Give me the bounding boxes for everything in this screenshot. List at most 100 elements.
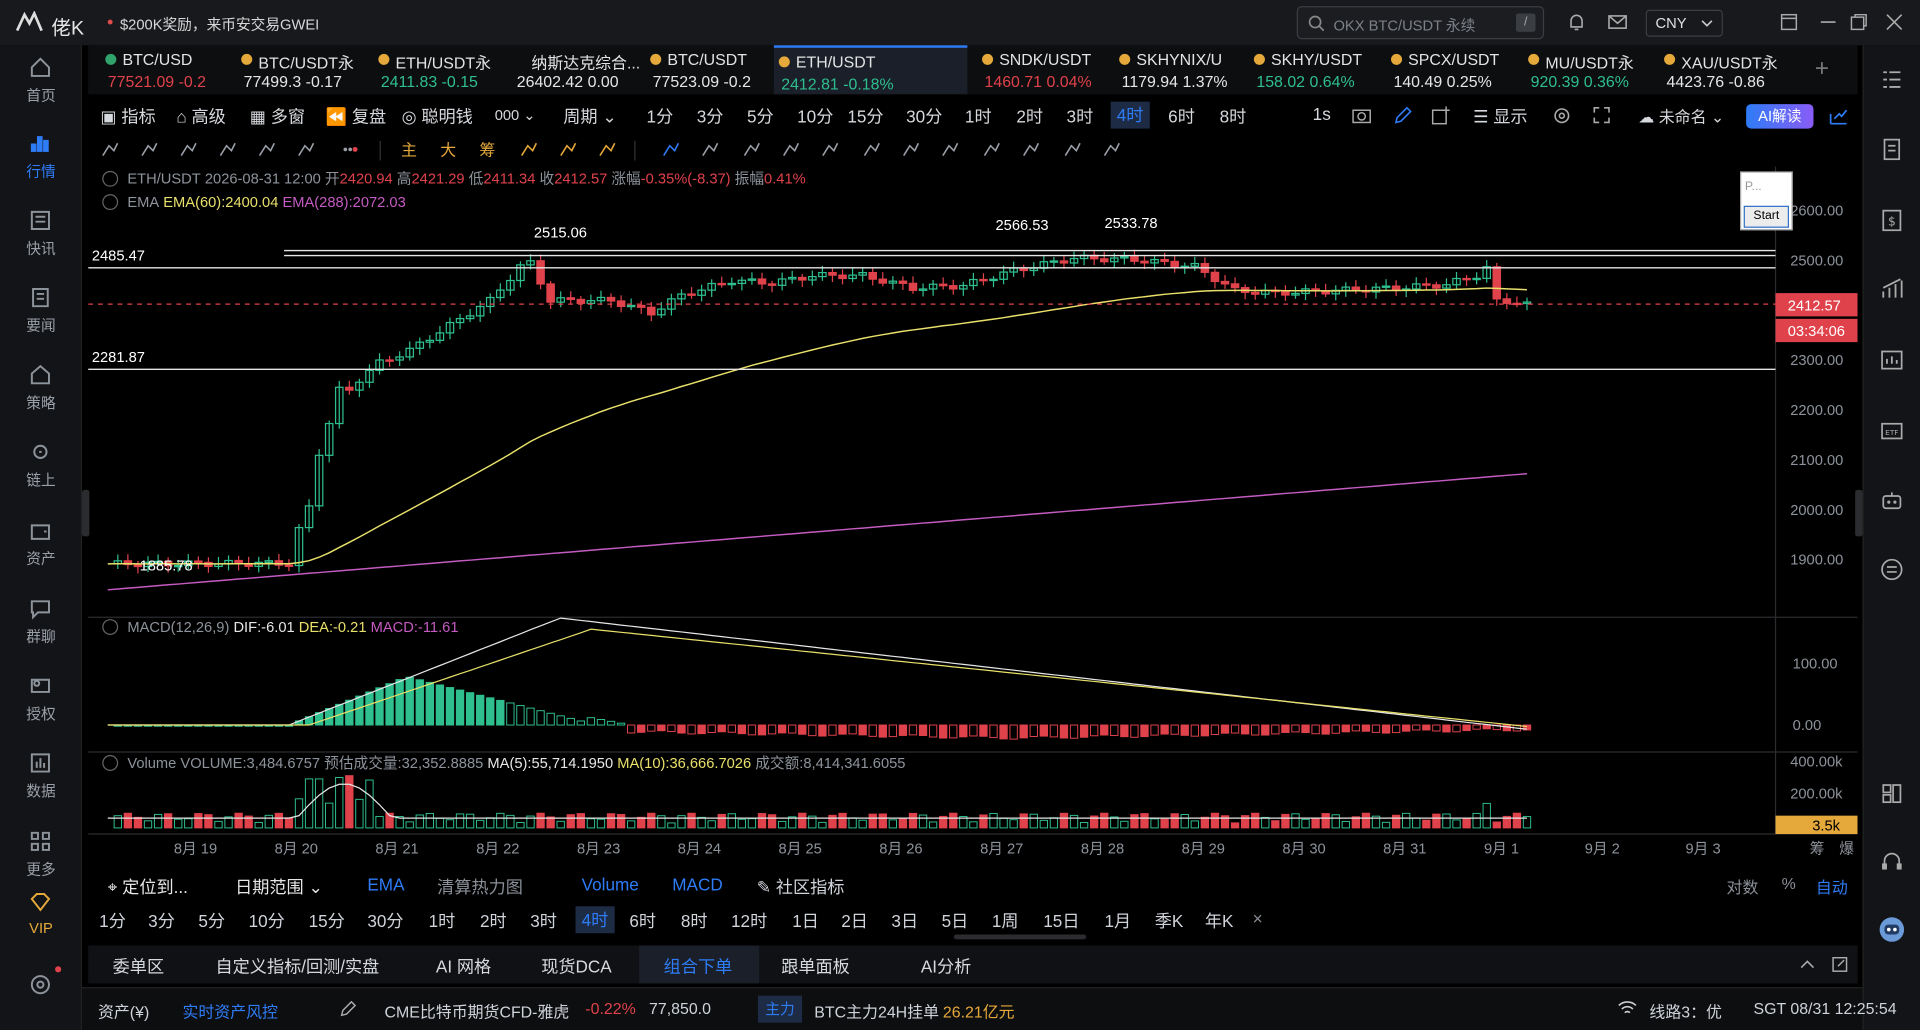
filter-icon[interactable] [982, 140, 1002, 160]
period-4[interactable]: 15分 [847, 104, 883, 128]
period-1[interactable]: 3分 [697, 104, 724, 128]
period-bottom-18[interactable]: 15日 [1043, 909, 1079, 933]
headset-icon[interactable] [1880, 850, 1904, 874]
panel-tab-0[interactable]: 委单区 [113, 954, 164, 978]
locate-button[interactable]: ⌖ 定位到... [108, 874, 188, 898]
nav-item-2[interactable]: 快讯 [0, 208, 82, 275]
display-button[interactable]: ☰ 显示 [1473, 104, 1527, 128]
kline-chart[interactable]: 2485.47 2281.87 2515.06 2566.53 2533.78 1885.… [88, 166, 1858, 863]
close-icon[interactable] [1886, 13, 1903, 30]
nav-item-11[interactable]: VIP [0, 890, 82, 957]
nav-item-6[interactable]: 资产 [0, 518, 82, 585]
indicators-button[interactable]: ▣ 指标 [100, 104, 155, 128]
period-bottom-11[interactable]: 8时 [681, 909, 708, 933]
maximize-icon[interactable] [1850, 13, 1867, 31]
period-bottom-8[interactable]: 3时 [530, 909, 557, 933]
nav-item-4[interactable]: 策略 [0, 363, 82, 430]
magnet-icon[interactable] [940, 140, 960, 160]
period-bottom-21[interactable]: 年K [1205, 909, 1234, 933]
panel-tab-6[interactable]: AI分析 [921, 954, 971, 978]
ai-analysis-button[interactable]: AI解读 [1746, 104, 1814, 129]
log-scale-toggle[interactable]: 对数 [1727, 874, 1759, 897]
panel-popout-icon[interactable] [1832, 956, 1848, 972]
period-bottom-16[interactable]: 5日 [942, 909, 969, 933]
main-icon[interactable]: 主 [399, 140, 419, 160]
select-icon[interactable] [661, 140, 681, 160]
asset-label[interactable]: 资产(¥) [98, 999, 149, 1022]
lock-icon[interactable] [862, 140, 882, 160]
fib-icon[interactable] [257, 140, 277, 160]
panel-tab-1[interactable]: 自定义指标/回测/实盘 [216, 954, 380, 978]
menu-list-icon[interactable] [1880, 67, 1904, 91]
share-icon[interactable] [1829, 108, 1848, 125]
period-bottom-7[interactable]: 2时 [480, 909, 507, 933]
panel-tab-2[interactable]: AI 网格 [436, 954, 491, 978]
nav-item-3[interactable]: 要闻 [0, 285, 82, 352]
trend-icon[interactable] [1880, 277, 1904, 301]
date-range-dropdown[interactable]: 日期范围 ⌄ [235, 874, 323, 898]
nav-item-5[interactable]: 链上 [0, 440, 82, 507]
chevron-up-icon[interactable] [1800, 959, 1815, 969]
period-bottom-0[interactable]: 1分 [99, 909, 126, 933]
zoom-icon[interactable] [742, 140, 762, 160]
nav-item-0[interactable]: 首页 [0, 55, 82, 122]
eraser-icon[interactable] [781, 140, 801, 160]
dots-icon[interactable] [340, 140, 360, 160]
nav-item-1[interactable]: 行情 [0, 131, 82, 198]
currency-select[interactable]: CNY [1645, 9, 1723, 37]
period-bottom-17[interactable]: 1周 [992, 909, 1019, 933]
ticker-1[interactable]: BTC/USDT永 77499.3 -0.17 [236, 45, 371, 94]
period-10[interactable]: 6时 [1168, 104, 1195, 128]
tab-ema[interactable]: EMA [367, 874, 404, 894]
nav-item-8[interactable]: 授权 [0, 674, 82, 741]
crosshair-icon[interactable] [100, 140, 120, 160]
nav-item-7[interactable]: 群聊 [0, 596, 82, 663]
exchange-icon[interactable] [1880, 557, 1904, 581]
period-3[interactable]: 10分 [797, 104, 833, 128]
period-2[interactable]: 5分 [747, 104, 774, 128]
time-axis-extra[interactable]: 筹 [1810, 841, 1825, 858]
period-bottom-6[interactable]: 1时 [429, 909, 456, 933]
period-11[interactable]: 8时 [1220, 104, 1247, 128]
pen-icon[interactable] [1393, 106, 1412, 125]
compare-icon[interactable] [558, 140, 578, 160]
smart-money-button[interactable]: ◎ 聪明钱 [402, 104, 473, 128]
time-axis-extra[interactable]: 爆 [1839, 841, 1854, 858]
layout-name-dropdown[interactable]: ☁ 未命名 ⌄ [1638, 104, 1724, 127]
chip-icon[interactable]: 筹 [478, 140, 498, 160]
period-9[interactable]: 4时 [1110, 101, 1150, 129]
settings-icon[interactable] [1553, 107, 1571, 125]
bell-icon[interactable] [1567, 13, 1585, 31]
mail-icon[interactable] [1608, 13, 1628, 30]
advanced-button[interactable]: ⌂ 高级 [176, 104, 225, 128]
add-ticker-button[interactable]: + [1815, 55, 1829, 83]
trash-icon[interactable] [1021, 140, 1041, 160]
panel-tab-4[interactable]: 组合下单 [664, 954, 733, 978]
community-indicator-button[interactable]: ✎ 社区指标 [757, 874, 845, 898]
robot-icon[interactable] [1880, 489, 1904, 513]
panel-tab-3[interactable]: 现货DCA [541, 954, 611, 978]
period-6[interactable]: 1时 [965, 104, 992, 128]
layout-icon[interactable] [1880, 781, 1904, 805]
period-bottom-12[interactable]: 12时 [731, 909, 767, 933]
undo-icon[interactable] [1063, 140, 1083, 160]
period-5[interactable]: 30分 [906, 104, 942, 128]
text-icon[interactable] [179, 140, 199, 160]
brush-icon[interactable] [296, 140, 316, 160]
replay-button[interactable]: ⏪ 复盘 [326, 104, 386, 128]
start-button[interactable]: Start [1743, 205, 1789, 228]
right-collapse-handle[interactable] [1855, 489, 1863, 537]
ruler-icon[interactable] [218, 140, 238, 160]
period-bottom-13[interactable]: 1日 [792, 909, 819, 933]
popout-icon[interactable] [1780, 13, 1798, 31]
period-bottom-5[interactable]: 30分 [367, 909, 403, 933]
period-bottom-20[interactable]: 季K [1155, 909, 1184, 933]
promo-link[interactable]: $200K奖励，来币安交易GWEI [120, 13, 319, 34]
ticker-4[interactable]: BTC/USDT 77523.09 -0.2 [645, 45, 780, 94]
ticker-0[interactable]: BTC/USD 77521.09 -0.2 [100, 45, 235, 94]
camera-icon[interactable] [1352, 107, 1372, 124]
tab-macd[interactable]: MACD [672, 874, 722, 894]
redo-icon[interactable] [1102, 140, 1122, 160]
period-1s[interactable]: 1s [1313, 104, 1331, 124]
dollar-doc-icon[interactable]: $ [1880, 208, 1904, 232]
